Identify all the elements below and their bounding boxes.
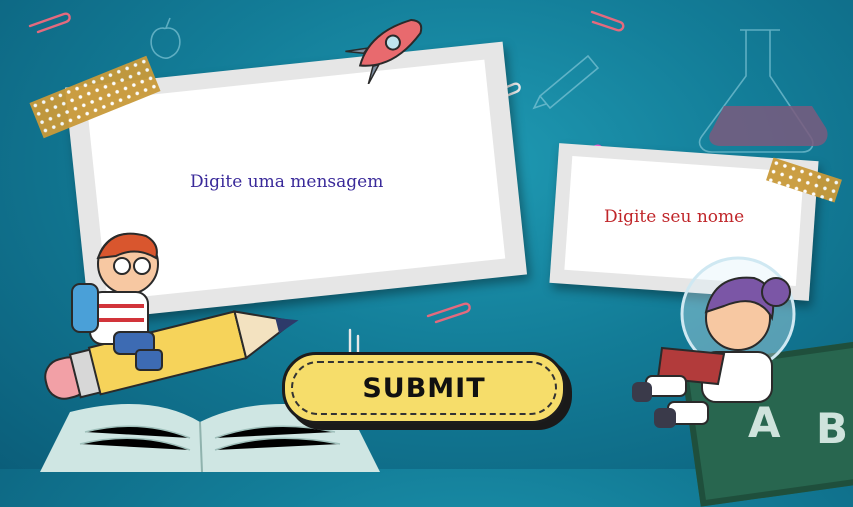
paperclip-icon (426, 302, 471, 324)
submit-button[interactable]: SUBMIT (282, 352, 566, 424)
flask-liquid (709, 106, 828, 146)
paperclip-icon (590, 10, 625, 32)
pencil-doodle-icon (532, 54, 600, 110)
paperclip-icon (28, 12, 71, 34)
message-input[interactable]: Digite uma mensagem (190, 172, 383, 192)
boy-on-pencil-illustration (44, 232, 299, 400)
astronaut-girl-illustration (632, 256, 796, 428)
submit-label: SUBMIT (362, 372, 486, 404)
name-input[interactable]: Digite seu nome (604, 207, 744, 227)
apple-doodle-icon (150, 17, 181, 60)
rocket-icon (345, 18, 423, 84)
